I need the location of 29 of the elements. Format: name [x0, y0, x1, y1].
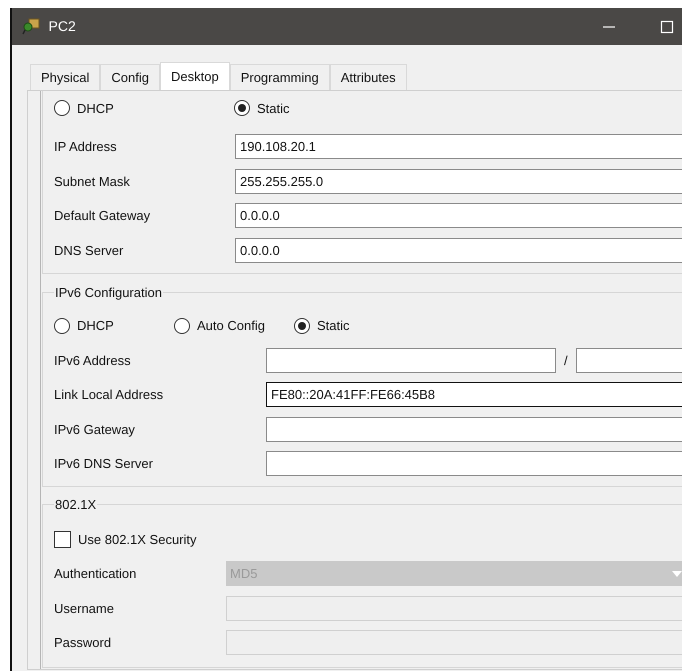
window-title: PC2: [48, 17, 76, 36]
tab[interactable]: Attributes: [330, 64, 407, 90]
field-label: Default Gateway: [54, 207, 152, 225]
field-label: Password: [54, 634, 112, 652]
tab[interactable]: Programming: [230, 64, 330, 90]
input-field[interactable]: FE80::20A:41FF:FE66:45B8: [266, 382, 682, 408]
tab[interactable]: Config: [100, 64, 160, 90]
radio-label: DHCP: [77, 317, 114, 335]
input-field[interactable]: 0.0.0.0: [235, 238, 682, 263]
radio-label: Static: [257, 100, 290, 118]
checkbox-label: Use 802.1X Security: [78, 530, 197, 549]
field-label: DNS Server: [54, 242, 124, 260]
field-label: IP Address: [54, 138, 118, 156]
tab[interactable]: Physical: [30, 64, 100, 90]
input-field[interactable]: 0.0.0.0: [235, 203, 682, 228]
tab[interactable]: Desktop: [160, 62, 230, 90]
separator: /: [564, 352, 568, 370]
field-label: Authentication: [54, 565, 138, 583]
field-label: Subnet Mask: [54, 172, 131, 190]
input-field[interactable]: 190.108.20.1: [235, 134, 682, 160]
field-label: IPv6 Address: [54, 352, 132, 370]
field-label: IPv6 Gateway: [54, 420, 136, 439]
radio-label: Static: [317, 317, 350, 335]
radio-label: DHCP: [77, 100, 114, 118]
input-field[interactable]: 255.255.255.0: [235, 168, 682, 194]
field-label: IPv6 DNS Server: [54, 455, 154, 473]
radio-label: Auto Config: [197, 317, 265, 335]
field-label: Link Local Address: [54, 386, 164, 404]
field-label: Username: [54, 600, 115, 618]
